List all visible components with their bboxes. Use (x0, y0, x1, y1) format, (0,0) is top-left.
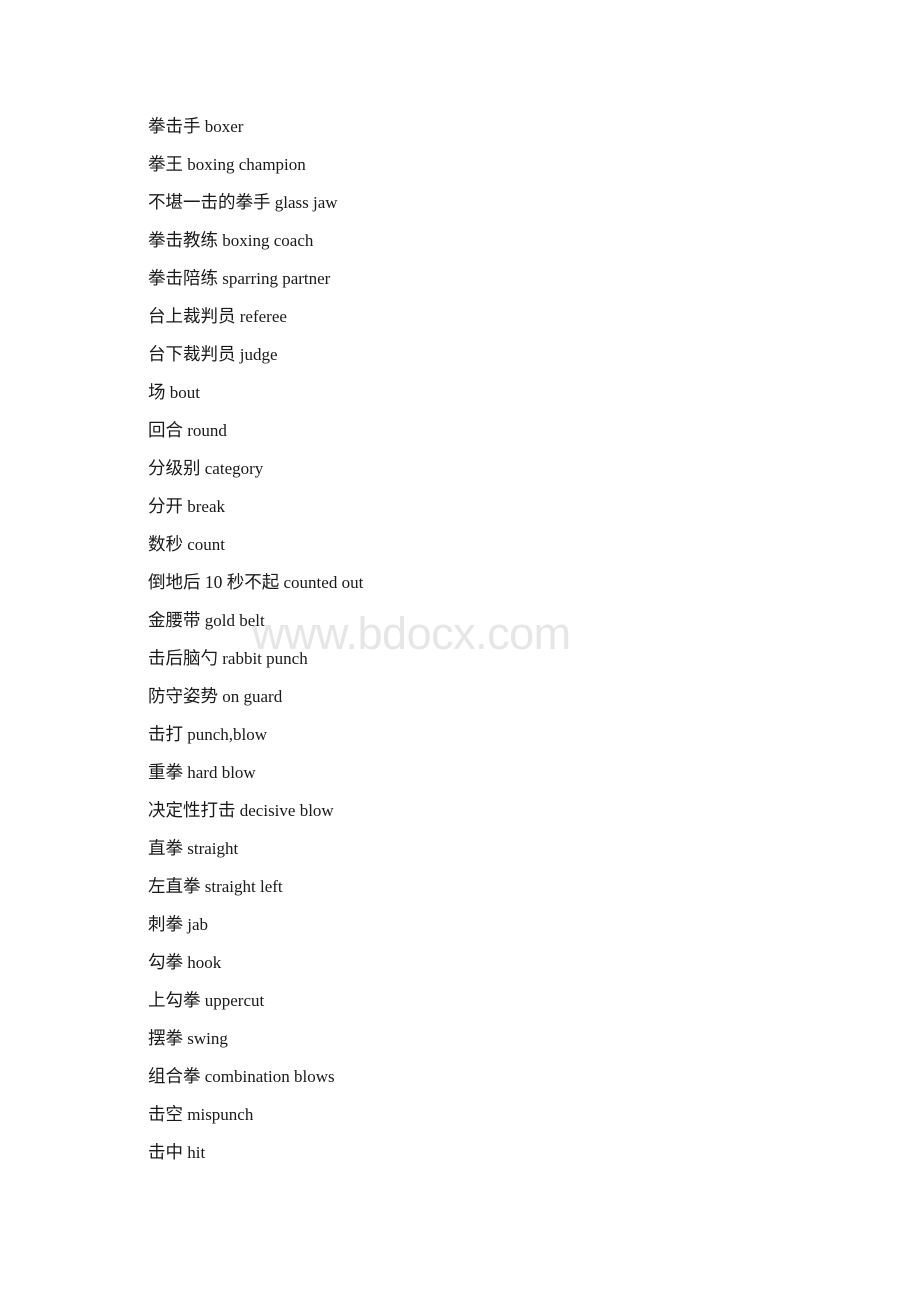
entry-term-en: boxing coach (222, 231, 314, 250)
entry-term-en: judge (239, 345, 278, 364)
glossary-entry: 击打 punch,blow (148, 715, 860, 753)
glossary-entry: 拳王 boxing champion (148, 145, 860, 183)
entry-term-zh: 击打 (148, 724, 183, 744)
entry-term-en: rabbit punch (222, 649, 308, 668)
glossary-entry: 不堪一击的拳手 glass jaw (148, 183, 860, 221)
entry-term-zh: 击中 (148, 1142, 183, 1162)
entry-term-en: swing (187, 1029, 228, 1048)
entry-term-zh: 摆拳 (148, 1028, 183, 1048)
entry-term-en: counted out (283, 573, 364, 592)
entry-term-zh: 决定性打击 (148, 800, 236, 820)
entry-term-zh: 拳击手 (148, 116, 201, 136)
glossary-entry: 回合 round (148, 411, 860, 449)
glossary-entry: 台上裁判员 referee (148, 297, 860, 335)
entry-term-en: hook (187, 953, 222, 972)
glossary-entry: 直拳 straight (148, 829, 860, 867)
entry-term-zh: 场 (148, 382, 166, 402)
glossary-entry: 左直拳 straight left (148, 867, 860, 905)
glossary-entry: 拳击陪练 sparring partner (148, 259, 860, 297)
entry-term-en: combination blows (204, 1067, 335, 1086)
glossary-entry: 分级别 category (148, 449, 860, 487)
entry-term-zh: 拳王 (148, 154, 183, 174)
entry-term-en: count (187, 535, 226, 554)
entry-term-zh: 拳击教练 (148, 230, 218, 250)
entry-term-zh: 不堪一击的拳手 (148, 192, 271, 212)
glossary-entry: 上勾拳 uppercut (148, 981, 860, 1019)
entry-term-en: on guard (222, 687, 283, 706)
glossary-entry: 决定性打击 decisive blow (148, 791, 860, 829)
glossary-entry: 拳击教练 boxing coach (148, 221, 860, 259)
glossary-entry: 防守姿势 on guard (148, 677, 860, 715)
entry-term-en: straight left (204, 877, 283, 896)
glossary-entry: 金腰带 gold belt (148, 601, 860, 639)
entry-term-en: jab (187, 915, 209, 934)
entry-term-en: glass jaw (274, 193, 338, 212)
glossary-entry: 摆拳 swing (148, 1019, 860, 1057)
glossary-entry: 击空 mispunch (148, 1095, 860, 1133)
entry-term-en: hard blow (187, 763, 256, 782)
entry-term-en: gold belt (204, 611, 265, 630)
entry-term-zh: 拳击陪练 (148, 268, 218, 288)
entry-term-en: punch,blow (187, 725, 268, 744)
glossary-entry: 场 bout (148, 373, 860, 411)
entry-term-en: decisive blow (239, 801, 334, 820)
entry-term-en: break (187, 497, 226, 516)
entry-term-zh: 击空 (148, 1104, 183, 1124)
entry-term-zh: 重拳 (148, 762, 183, 782)
glossary-entry: 刺拳 jab (148, 905, 860, 943)
glossary-entry: 重拳 hard blow (148, 753, 860, 791)
glossary-entry: 数秒 count (148, 525, 860, 563)
entry-term-zh: 金腰带 (148, 610, 201, 630)
glossary-entry: 台下裁判员 judge (148, 335, 860, 373)
entry-term-en: referee (239, 307, 287, 326)
entry-term-zh: 击后脑勺 (148, 648, 218, 668)
glossary-entry: 组合拳 combination blows (148, 1057, 860, 1095)
entry-term-en: bout (169, 383, 200, 402)
entry-term-en: boxing champion (187, 155, 306, 174)
entry-term-en: straight (187, 839, 239, 858)
entry-term-en: boxer (204, 117, 244, 136)
entry-term-en: round (187, 421, 227, 440)
entry-term-zh: 台上裁判员 (148, 306, 236, 326)
entry-term-zh: 倒地后 10 秒不起 (148, 572, 280, 592)
entry-term-zh: 台下裁判员 (148, 344, 236, 364)
entry-term-zh: 分级别 (148, 458, 201, 478)
glossary-entry: 击后脑勺 rabbit punch (148, 639, 860, 677)
glossary-entry: 分开 break (148, 487, 860, 525)
entry-term-zh: 直拳 (148, 838, 183, 858)
entry-term-zh: 刺拳 (148, 914, 183, 934)
glossary-entry: 拳击手 boxer (148, 107, 860, 145)
document-page: www.bdocx.com 拳击手 boxer 拳王 boxing champio… (0, 0, 920, 1302)
glossary-entry: 击中 hit (148, 1133, 860, 1171)
entry-term-en: uppercut (204, 991, 265, 1010)
glossary-entry: 倒地后 10 秒不起 counted out (148, 563, 860, 601)
glossary-list: 拳击手 boxer 拳王 boxing champion 不堪一击的拳手 glass… (148, 107, 860, 1171)
entry-term-zh: 防守姿势 (148, 686, 218, 706)
entry-term-zh: 分开 (148, 496, 183, 516)
entry-term-zh: 组合拳 (148, 1066, 201, 1086)
entry-term-en: sparring partner (222, 269, 331, 288)
entry-term-zh: 上勾拳 (148, 990, 201, 1010)
entry-term-en: mispunch (187, 1105, 254, 1124)
entry-term-zh: 数秒 (148, 534, 183, 554)
entry-term-zh: 勾拳 (148, 952, 183, 972)
entry-term-en: category (204, 459, 264, 478)
entry-term-zh: 回合 (148, 420, 183, 440)
glossary-entry: 勾拳 hook (148, 943, 860, 981)
entry-term-zh: 左直拳 (148, 876, 201, 896)
entry-term-en: hit (187, 1143, 206, 1162)
